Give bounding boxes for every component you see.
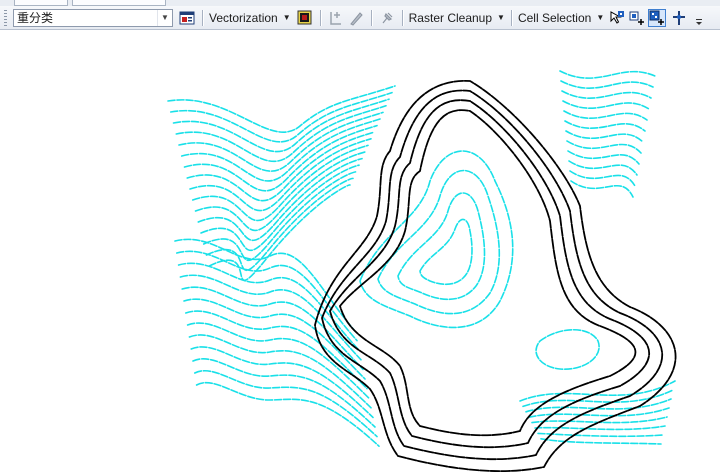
chevron-down-icon[interactable]: ▼ bbox=[157, 9, 172, 26]
layer-combo[interactable]: 重分类 ▼ bbox=[13, 8, 173, 27]
chevron-down-icon: ▼ bbox=[282, 13, 291, 22]
new-sketch-icon[interactable] bbox=[327, 9, 345, 27]
select-connected-cells-icon[interactable] bbox=[608, 9, 626, 27]
layer-properties-icon[interactable] bbox=[178, 9, 196, 27]
toolbar-overflow-icon[interactable] bbox=[690, 9, 708, 27]
map-view[interactable] bbox=[0, 31, 720, 476]
toolbar-separator bbox=[370, 9, 372, 26]
layer-combo-value: 重分类 bbox=[17, 11, 54, 25]
toolbar-separator bbox=[202, 9, 203, 26]
raster-cleanup-menu[interactable]: Raster Cleanup ▼ bbox=[409, 9, 505, 27]
chevron-down-icon: ▼ bbox=[596, 13, 605, 22]
raster-cleanup-label: Raster Cleanup bbox=[408, 10, 493, 25]
cell-selection-menu[interactable]: Cell Selection ▼ bbox=[518, 9, 604, 27]
toolbar-separator bbox=[401, 9, 403, 26]
add-cells-icon[interactable] bbox=[628, 9, 646, 27]
select-cells-icon[interactable] bbox=[648, 8, 667, 27]
raster-view-icon[interactable] bbox=[296, 9, 314, 27]
toolbar: 重分类 ▼ Vectorization ▼ Raster Cleanup ▼ C… bbox=[0, 6, 720, 30]
chevron-down-icon: ▼ bbox=[497, 13, 505, 22]
pan-cross-icon[interactable] bbox=[670, 9, 688, 27]
pen-icon[interactable] bbox=[347, 9, 365, 27]
vectorization-label: Vectorization bbox=[209, 10, 278, 25]
toolbar-grip[interactable] bbox=[4, 9, 7, 26]
vectorization-menu[interactable]: Vectorization ▼ bbox=[209, 9, 291, 27]
contour-map-canvas[interactable] bbox=[0, 31, 720, 476]
pin-icon[interactable] bbox=[378, 9, 396, 27]
toolbar-separator bbox=[319, 9, 321, 26]
cell-selection-label: Cell Selection bbox=[517, 10, 592, 25]
toolbar-separator bbox=[510, 9, 512, 26]
